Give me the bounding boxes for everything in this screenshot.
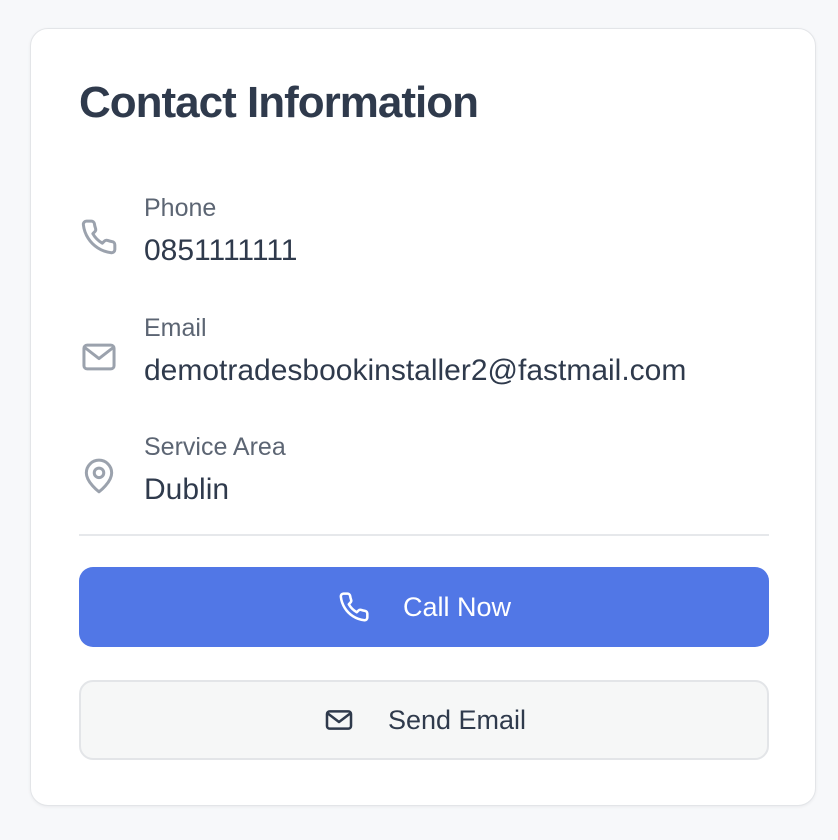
send-email-label: Send Email — [387, 704, 527, 735]
phone-label: Phone — [144, 194, 217, 222]
service-area-label: Service Area — [144, 433, 286, 461]
email-label: Email — [144, 314, 207, 342]
contact-card: Contact Information Phone 0851111111 Ema… — [30, 28, 816, 806]
email-value[interactable]: demotradesbookinstaller2@fastmail.com — [144, 353, 686, 389]
mail-icon — [322, 703, 356, 737]
phone-value[interactable]: 0851111111 — [144, 233, 298, 269]
divider — [79, 534, 769, 536]
call-now-button[interactable]: Call Now — [79, 567, 769, 647]
card-title: Contact Information — [79, 78, 479, 127]
send-email-button[interactable]: Send Email — [79, 680, 769, 760]
mail-icon — [79, 337, 119, 377]
phone-icon — [337, 590, 371, 624]
map-pin-icon — [79, 456, 119, 496]
call-now-label: Call Now — [402, 591, 512, 622]
service-area-value: Dublin — [144, 473, 230, 506]
phone-icon — [79, 217, 119, 257]
